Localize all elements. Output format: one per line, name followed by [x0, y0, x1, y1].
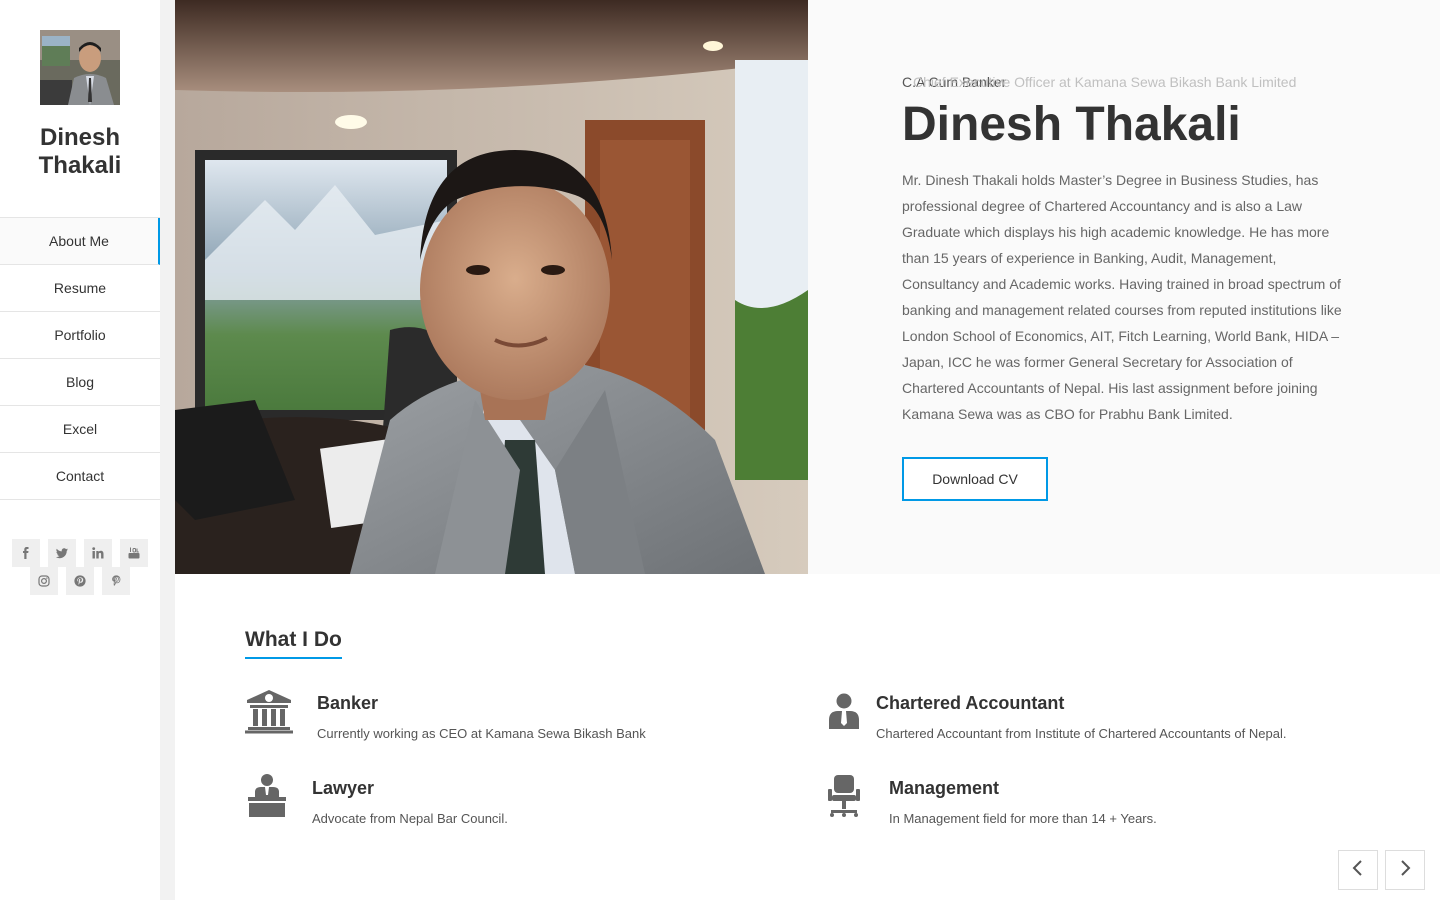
section-title-what-i-do: What I Do: [245, 628, 342, 659]
hero-intro: C.A Cum Banker Chief Executive Officer a…: [808, 0, 1440, 574]
service-management: Management In Management field for more …: [828, 773, 1348, 833]
main-nav: About Me Resume Portfolio Blog Excel Con…: [0, 217, 160, 500]
nav-item-portfolio[interactable]: Portfolio: [0, 312, 160, 359]
nav-item-contact[interactable]: Contact: [0, 453, 160, 500]
linkedin-icon[interactable]: [84, 539, 112, 567]
bank-icon: [245, 688, 293, 739]
service-title: Chartered Accountant: [876, 693, 1065, 713]
nav-item-excel[interactable]: Excel: [0, 406, 160, 453]
service-title: Banker: [317, 693, 379, 713]
social-links: [0, 539, 160, 595]
facebook-icon[interactable]: [12, 539, 40, 567]
service-title: Lawyer: [312, 778, 375, 798]
site-title[interactable]: Dinesh Thakali: [0, 124, 160, 180]
subtitle-secondary: Chief Executive Officer at Kamana Sewa B…: [913, 74, 1297, 90]
pinterest-p-icon[interactable]: [102, 567, 130, 595]
profile-photo: [175, 0, 808, 574]
youtube-icon[interactable]: [120, 539, 148, 567]
chevron-right-icon: [1398, 859, 1412, 881]
sidebar-divider: [160, 0, 175, 900]
service-description: Chartered Accountant from Institute of C…: [876, 726, 1287, 741]
service-description: Currently working as CEO at Kamana Sewa …: [317, 726, 646, 741]
service-title: Management: [889, 778, 1000, 798]
nav-item-about-me[interactable]: About Me: [0, 218, 160, 265]
nav-item-resume[interactable]: Resume: [0, 265, 160, 312]
service-banker: Banker Currently working as CEO at Kaman…: [245, 688, 765, 748]
lawyer-icon: [247, 773, 287, 822]
avatar[interactable]: [40, 30, 120, 105]
twitter-icon[interactable]: [48, 539, 76, 567]
office-chair-icon: [828, 775, 860, 822]
service-lawyer: Lawyer Advocate from Nepal Bar Council.: [245, 773, 765, 833]
hero-bio: Mr. Dinesh Thakali holds Master’s Degree…: [902, 172, 1342, 422]
service-chartered-accountant: Chartered Accountant Chartered Accountan…: [828, 688, 1348, 748]
download-cv-button[interactable]: Download CV: [902, 457, 1048, 501]
service-description: Advocate from Nepal Bar Council.: [312, 811, 508, 826]
sidebar: Dinesh Thakali About Me Resume Portfolio…: [0, 0, 160, 900]
user-tie-icon: [828, 693, 860, 734]
rotating-subtitle: C.A Cum Banker Chief Executive Officer a…: [902, 74, 1422, 92]
service-description: In Management field for more than 14 + Y…: [889, 811, 1157, 826]
pinterest-icon[interactable]: [66, 567, 94, 595]
nav-item-blog[interactable]: Blog: [0, 359, 160, 406]
instagram-icon[interactable]: [30, 567, 58, 595]
hero-name: Dinesh Thakali: [902, 98, 1241, 151]
prev-page-button[interactable]: [1338, 850, 1378, 890]
chevron-left-icon: [1351, 859, 1365, 881]
next-page-button[interactable]: [1385, 850, 1425, 890]
